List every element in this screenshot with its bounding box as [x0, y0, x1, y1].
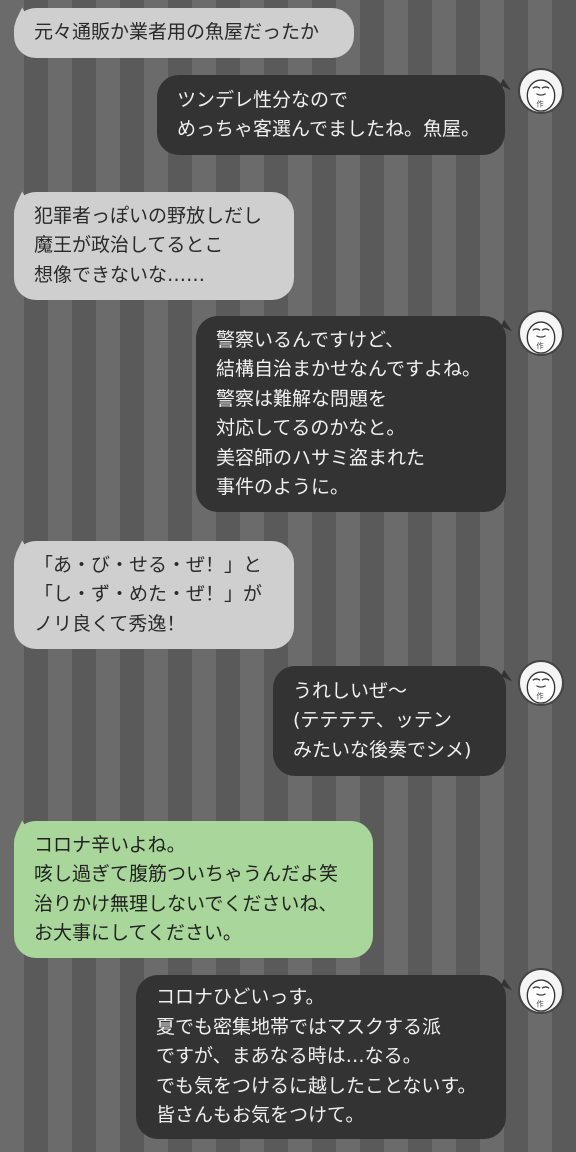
message-text-line: 警察は難解な問題を [216, 387, 388, 410]
message-bubble-right: 警察いるんですけど、 結構自治まかせなんですよね。 警察は難解な問題を 対応して… [196, 316, 506, 512]
avatar-label: 作 [536, 1000, 544, 1009]
message-bubble-right: うれしいぜ〜 (テテテテ、ッテン みたいな後奏でシメ) [273, 666, 506, 776]
message-text-line: うれしいぜ〜 [293, 679, 408, 702]
message-text-line: 夏でも密集地帯ではマスクする派 [156, 1015, 442, 1038]
message-bubble-left: 犯罪者っぽいの野放しだし 魔王が政治してるとこ 想像できないな…… [14, 192, 294, 300]
message-text-line: 結構自治まかせなんですよね。 [216, 358, 482, 380]
message-text-line: 事件のように。 [216, 476, 350, 498]
message-text-line: (テテテテ、ッテン [293, 709, 452, 732]
message-text-line: 警察いるんですけど、 [216, 328, 405, 351]
message-text-line: コロナ辛いよね。 [34, 833, 186, 856]
message-bubble-right: コロナひどいっす。 夏でも密集地帯ではマスクする派 ですが、まあなる時は…なる。… [136, 975, 506, 1139]
message-text-line: 咳し過ぎて腹筋ついちゃうんだよ笑 [34, 863, 339, 885]
message-text-line: コロナひどいっす。 [156, 986, 325, 1009]
message-text-line: 美容師のハサミ盗まれた [216, 446, 426, 469]
author-avatar-icon[interactable]: 作 [518, 660, 564, 706]
author-avatar-icon[interactable]: 作 [518, 968, 564, 1014]
author-avatar-icon[interactable]: 作 [518, 68, 564, 114]
message-bubble-right: ツンデレ性分なので めっちゃ客選んでましたね。魚屋。 [157, 75, 505, 155]
message-text-line: 想像できないな…… [34, 263, 206, 286]
avatar-label: 作 [536, 342, 544, 351]
message-text-line: 対応してるのかなと。 [216, 417, 406, 439]
message-text-line: ですが、まあなる時は…なる。 [156, 1045, 422, 1068]
message-text-line: 「あ・び・せる・ぜ！」と [34, 553, 263, 576]
message-text-line: 元々通販か業者用の魚屋だったか [34, 21, 320, 44]
author-avatar-icon[interactable]: 作 [518, 310, 564, 356]
message-text-line: でも気をつけるに越したことないす。 [156, 1074, 477, 1097]
message-text-line: 魔王が政治してるとこ [34, 234, 224, 257]
avatar-label: 作 [536, 692, 544, 701]
message-bubble-left: 元々通販か業者用の魚屋だったか [14, 8, 354, 58]
avatar-label: 作 [536, 100, 544, 109]
message-text-line: ノリ良くて秀逸！ [34, 612, 186, 635]
message-bubble-left: 「あ・び・せる・ぜ！」と 「し・ず・めた・ぜ！」が ノリ良くて秀逸！ [14, 541, 294, 649]
message-text-line: みたいな後奏でシメ) [293, 738, 472, 761]
message-bubble-left-green: コロナ辛いよね。 咳し過ぎて腹筋ついちゃうんだよ笑 治りかけ無理しないでください… [14, 821, 373, 958]
message-text-line: お大事にしてください。 [34, 922, 242, 944]
message-text-line: ツンデレ性分なので [177, 88, 349, 111]
message-text-line: めっちゃ客選んでましたね。魚屋。 [177, 118, 481, 140]
message-text-line: 犯罪者っぽいの野放しだし [34, 204, 263, 227]
message-text-line: 皆さんもお気をつけて。 [156, 1104, 365, 1127]
message-text-line: 治りかけ無理しないでくださいね、 [34, 892, 338, 915]
message-text-line: 「し・ず・めた・ぜ！」が [34, 583, 263, 606]
